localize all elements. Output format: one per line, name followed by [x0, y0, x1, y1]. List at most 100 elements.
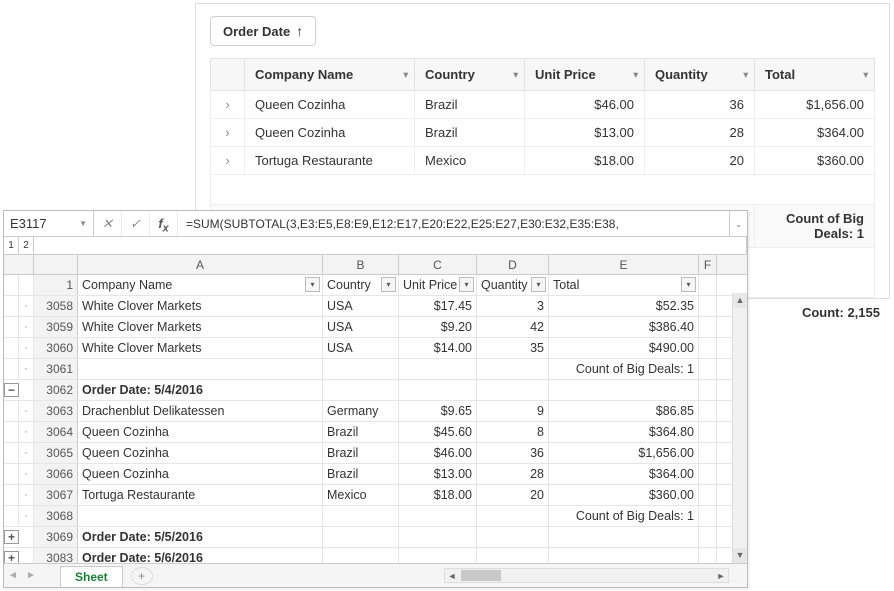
cell[interactable]: [323, 548, 399, 563]
cell[interactable]: [323, 527, 399, 547]
cell[interactable]: [399, 548, 477, 563]
cell[interactable]: Quantity▾: [477, 275, 549, 295]
col-unit-price[interactable]: Unit Price▾: [525, 59, 645, 91]
accept-formula-icon[interactable]: ✓: [122, 211, 150, 236]
expand-group-icon[interactable]: +: [4, 551, 19, 563]
col-header-a[interactable]: A: [78, 255, 323, 274]
cell[interactable]: [399, 359, 477, 379]
scroll-up-icon[interactable]: ▲: [733, 293, 747, 308]
cell[interactable]: Unit Price▾: [399, 275, 477, 295]
cell[interactable]: $490.00: [549, 338, 699, 358]
cell[interactable]: [399, 380, 477, 400]
cell[interactable]: Brazil: [323, 443, 399, 463]
vertical-scrollbar[interactable]: ▲ ▼: [732, 293, 747, 563]
row-number[interactable]: 3058: [34, 296, 78, 316]
cell[interactable]: White Clover Markets: [78, 296, 323, 316]
cell[interactable]: [477, 380, 549, 400]
cell[interactable]: $17.45: [399, 296, 477, 316]
cell[interactable]: [699, 464, 717, 484]
row-number[interactable]: 3063: [34, 401, 78, 421]
cell[interactable]: [399, 527, 477, 547]
col-header-c[interactable]: C: [399, 255, 477, 274]
cell[interactable]: [549, 527, 699, 547]
filter-icon[interactable]: ▾: [681, 277, 696, 292]
cell[interactable]: [699, 359, 717, 379]
table-row[interactable]: ›Tortuga RestauranteMexico$18.0020$360.0…: [211, 147, 875, 175]
cell[interactable]: [549, 380, 699, 400]
cell[interactable]: Mexico: [323, 485, 399, 505]
col-header-d[interactable]: D: [477, 255, 549, 274]
cell[interactable]: 36: [477, 443, 549, 463]
cell[interactable]: $9.20: [399, 317, 477, 337]
dropdown-icon[interactable]: ▾: [633, 69, 638, 80]
row-number[interactable]: 3060: [34, 338, 78, 358]
cell[interactable]: $364.00: [549, 464, 699, 484]
cell[interactable]: [323, 380, 399, 400]
cell[interactable]: Brazil: [323, 464, 399, 484]
cell[interactable]: Order Date: 5/4/2016: [78, 380, 323, 400]
cell[interactable]: $52.35: [549, 296, 699, 316]
cell[interactable]: White Clover Markets: [78, 338, 323, 358]
row-number[interactable]: 3067: [34, 485, 78, 505]
cancel-formula-icon[interactable]: ✕: [94, 211, 122, 236]
row-number[interactable]: 3068: [34, 506, 78, 526]
formula-input[interactable]: =SUM(SUBTOTAL(3,E3:E5,E8:E9,E12:E17,E20:…: [178, 217, 729, 231]
tab-nav-next-icon[interactable]: ►: [22, 570, 40, 581]
collapse-group-icon[interactable]: −: [4, 383, 19, 397]
scroll-right-icon[interactable]: ►: [714, 571, 728, 581]
cell[interactable]: [699, 338, 717, 358]
cell[interactable]: [78, 506, 323, 526]
cell[interactable]: USA: [323, 296, 399, 316]
select-all-corner[interactable]: [34, 255, 78, 274]
cell[interactable]: Germany: [323, 401, 399, 421]
row-number[interactable]: 3062: [34, 380, 78, 400]
row-number[interactable]: 3066: [34, 464, 78, 484]
cell[interactable]: Order Date: 5/6/2016: [78, 548, 323, 563]
cell[interactable]: [323, 359, 399, 379]
cell[interactable]: USA: [323, 338, 399, 358]
cell[interactable]: $360.00: [549, 485, 699, 505]
cell[interactable]: Brazil: [323, 422, 399, 442]
dropdown-icon[interactable]: ▾: [403, 69, 408, 80]
cell[interactable]: [323, 506, 399, 526]
cell[interactable]: 28: [477, 464, 549, 484]
cell[interactable]: [399, 506, 477, 526]
outline-level-2[interactable]: 2: [19, 237, 34, 254]
table-row[interactable]: ›Queen CozinhaBrazil$13.0028$364.00: [211, 119, 875, 147]
row-number[interactable]: 1: [34, 275, 78, 295]
sort-pill-order-date[interactable]: Order Date ↑: [210, 16, 316, 46]
cell[interactable]: Drachenblut Delikatessen: [78, 401, 323, 421]
dropdown-icon[interactable]: ▾: [513, 69, 518, 80]
cell[interactable]: White Clover Markets: [78, 317, 323, 337]
cell[interactable]: $45.60: [399, 422, 477, 442]
col-company[interactable]: Company Name▾: [245, 59, 415, 91]
dropdown-icon[interactable]: ▼: [79, 219, 87, 228]
col-header-e[interactable]: E: [549, 255, 699, 274]
row-number[interactable]: 3065: [34, 443, 78, 463]
cell[interactable]: [477, 527, 549, 547]
cell[interactable]: 8: [477, 422, 549, 442]
horizontal-scrollbar[interactable]: ◄ ►: [444, 568, 729, 583]
expand-row-icon[interactable]: ›: [211, 119, 245, 147]
cell[interactable]: [78, 359, 323, 379]
cell[interactable]: Count of Big Deals: 1: [549, 359, 699, 379]
cell[interactable]: $386.40: [549, 317, 699, 337]
row-number[interactable]: 3061: [34, 359, 78, 379]
cell[interactable]: Queen Cozinha: [78, 422, 323, 442]
cell[interactable]: [699, 401, 717, 421]
filter-icon[interactable]: ▾: [381, 277, 396, 292]
cell[interactable]: [699, 380, 717, 400]
col-quantity[interactable]: Quantity▾: [645, 59, 755, 91]
cell[interactable]: USA: [323, 317, 399, 337]
cell[interactable]: [477, 359, 549, 379]
cell[interactable]: $364.80: [549, 422, 699, 442]
row-number[interactable]: 3083: [34, 548, 78, 563]
sheet-tab[interactable]: Sheet: [60, 566, 123, 587]
expand-group-icon[interactable]: +: [4, 530, 19, 544]
row-number[interactable]: 3064: [34, 422, 78, 442]
scroll-down-icon[interactable]: ▼: [733, 548, 747, 563]
cell[interactable]: Company Name▾: [78, 275, 323, 295]
cell[interactable]: $86.85: [549, 401, 699, 421]
cell[interactable]: Tortuga Restaurante: [78, 485, 323, 505]
scrollbar-thumb[interactable]: [461, 570, 501, 581]
